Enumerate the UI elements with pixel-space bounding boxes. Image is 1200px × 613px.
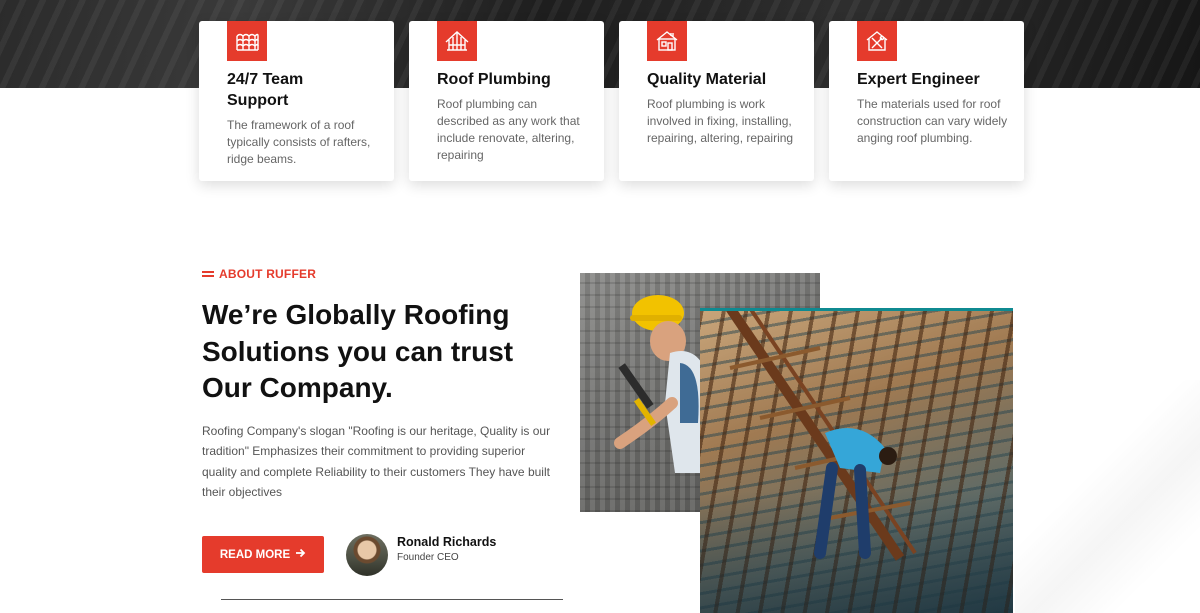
- feature-card: 24/7 Team Support The framework of a roof…: [199, 21, 394, 181]
- double-line-icon: [202, 271, 214, 277]
- feature-card: Quality Material Roof plumbing is work i…: [619, 21, 814, 181]
- author-role: Founder CEO: [397, 552, 459, 563]
- feature-description: The framework of a roof typically consis…: [227, 118, 371, 166]
- feature-card: Expert Engineer The materials used for r…: [829, 21, 1024, 181]
- divider: [221, 599, 563, 600]
- feature-card: Roof Plumbing Roof plumbing can describe…: [409, 21, 604, 181]
- decorative-background: [1015, 380, 1200, 613]
- section-eyebrow: ABOUT RUFFER: [202, 267, 316, 281]
- feature-description: Roof plumbing can described as any work …: [437, 97, 580, 162]
- house-icon: [647, 21, 687, 61]
- arrow-right-icon: [295, 548, 306, 561]
- feature-description: The materials used for roof construction…: [857, 97, 1008, 145]
- feature-title: 24/7 Team Support: [227, 71, 304, 109]
- roof-frame-icon: [437, 21, 477, 61]
- feature-title: Quality Material: [647, 71, 767, 88]
- feature-title: Expert Engineer: [857, 71, 980, 88]
- eyebrow-label: ABOUT RUFFER: [219, 267, 317, 281]
- feature-cards: 24/7 Team Support The framework of a roof…: [199, 21, 1024, 181]
- section-body: Roofing Company's slogan "Roofing is our…: [202, 424, 551, 499]
- author-name: Ronald Richards: [397, 535, 497, 549]
- read-more-label: READ MORE: [219, 548, 291, 561]
- avatar: [346, 534, 388, 576]
- section-headline: We’re Globally Roofing Solutions you can…: [202, 299, 514, 403]
- read-more-button[interactable]: READ MORE: [202, 536, 324, 573]
- roof-tiles-icon: [227, 21, 267, 61]
- house-tools-icon: [857, 21, 897, 61]
- feature-description: Roof plumbing is work involved in fixing…: [647, 97, 794, 145]
- roof-construction-photo: [700, 308, 1013, 613]
- feature-title: Roof Plumbing: [437, 71, 551, 88]
